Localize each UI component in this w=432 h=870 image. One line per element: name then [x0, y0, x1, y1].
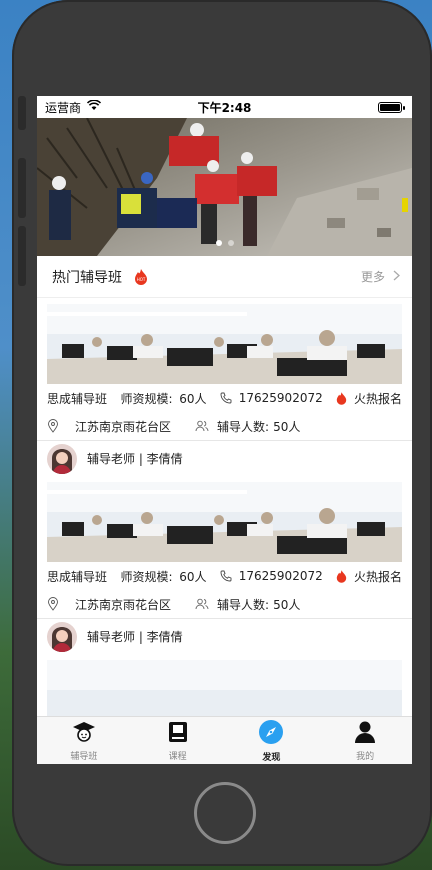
location-pin-icon [47, 597, 59, 611]
students-value: 50人 [273, 419, 301, 434]
carrier-label: 运营商 [45, 100, 82, 115]
class-address: 江苏南京雨花台区 [75, 419, 172, 434]
status-bar: 运营商 下午2:48 [37, 96, 412, 118]
scale-value: 60人 [179, 391, 207, 406]
phone-number[interactable]: 17625902072 [239, 391, 323, 405]
tab-tutoring[interactable]: 辅导班 [37, 717, 131, 764]
avatar [47, 443, 77, 474]
class-address-row: 江苏南京雨花台区 辅导人数: 50人 [37, 412, 412, 440]
class-info-row: 思成辅导班 师资规模: 60人 17625902072 火热报名 [37, 562, 412, 590]
banner-image [37, 118, 412, 256]
teacher-row[interactable]: 辅导老师 | 李倩倩 [37, 440, 412, 476]
svg-text:HOT: HOT [137, 277, 146, 282]
scale-value: 60人 [179, 569, 207, 584]
hot-flame-icon [336, 569, 347, 583]
home-button[interactable] [194, 782, 256, 844]
volume-down-button [18, 226, 26, 286]
avatar [47, 621, 77, 652]
hot-signup-label[interactable]: 火热报名 [354, 568, 402, 585]
classroom-image [47, 482, 402, 562]
tab-mine[interactable]: 我的 [318, 717, 412, 764]
scale-label: 师资规模: [120, 569, 173, 584]
teacher-row[interactable]: 辅导老师 | 李倩倩 [37, 618, 412, 654]
carousel-dot[interactable] [227, 240, 234, 246]
app-screen: 运营商 下午2:48 热门辅导班 HOT 更多 思成辅导班 师资规模: 60人 … [37, 96, 412, 764]
hot-signup-label[interactable]: 火热报名 [354, 390, 402, 407]
teacher-name: 辅导老师 | 李倩倩 [87, 452, 183, 466]
tab-label: 课程 [168, 751, 187, 762]
more-link[interactable]: 更多 [361, 268, 400, 285]
phone-icon [220, 570, 232, 582]
person-icon [354, 720, 376, 747]
class-card[interactable]: 思成辅导班 师资规模: 60人 17625902072 火热报名 江苏南京雨花台… [37, 476, 412, 654]
tab-label: 发现 [262, 752, 281, 763]
class-address-row: 江苏南京雨花台区 辅导人数: 50人 [37, 590, 412, 618]
hot-flame-icon: HOT [134, 268, 148, 285]
class-address: 江苏南京雨花台区 [75, 597, 172, 612]
people-icon [195, 420, 209, 432]
scale-label: 师资规模: [120, 391, 173, 406]
carousel-dot[interactable] [215, 240, 222, 246]
section-header: 热门辅导班 HOT 更多 [37, 256, 412, 298]
wifi-icon [86, 99, 102, 114]
compass-icon [258, 719, 284, 748]
battery-icon [378, 101, 405, 113]
class-list: 思成辅导班 师资规模: 60人 17625902072 火热报名 江苏南京雨花台… [37, 298, 412, 740]
book-icon [167, 720, 189, 747]
section-title: 热门辅导班 [52, 269, 122, 286]
hot-flame-icon [336, 391, 347, 405]
classroom-image [47, 304, 402, 384]
banner-carousel[interactable] [37, 118, 412, 256]
class-card[interactable]: 思成辅导班 师资规模: 60人 17625902072 火热报名 江苏南京雨花台… [37, 298, 412, 476]
teacher-name: 辅导老师 | 李倩倩 [87, 630, 183, 644]
class-name: 思成辅导班 [47, 569, 108, 584]
class-name: 思成辅导班 [47, 391, 108, 406]
class-info-row: 思成辅导班 师资规模: 60人 17625902072 火热报名 [37, 384, 412, 412]
more-label: 更多 [360, 270, 385, 284]
tab-discover[interactable]: 发现 [225, 717, 319, 764]
people-icon [195, 598, 209, 610]
students-label: 辅导人数: [217, 419, 270, 434]
tab-courses[interactable]: 课程 [131, 717, 225, 764]
tab-label: 我的 [356, 751, 375, 762]
phone-number[interactable]: 17625902072 [239, 569, 323, 583]
chevron-right-icon [393, 270, 400, 284]
volume-up-button [18, 158, 26, 218]
students-value: 50人 [273, 597, 301, 612]
tab-bar: 辅导班 课程 发现 我的 [37, 716, 412, 764]
phone-icon [220, 392, 232, 404]
tab-label: 辅导班 [70, 751, 98, 762]
mute-switch [18, 96, 26, 130]
carousel-dots [37, 240, 412, 246]
graduate-icon [72, 720, 96, 747]
location-pin-icon [47, 419, 59, 433]
students-label: 辅导人数: [217, 597, 270, 612]
